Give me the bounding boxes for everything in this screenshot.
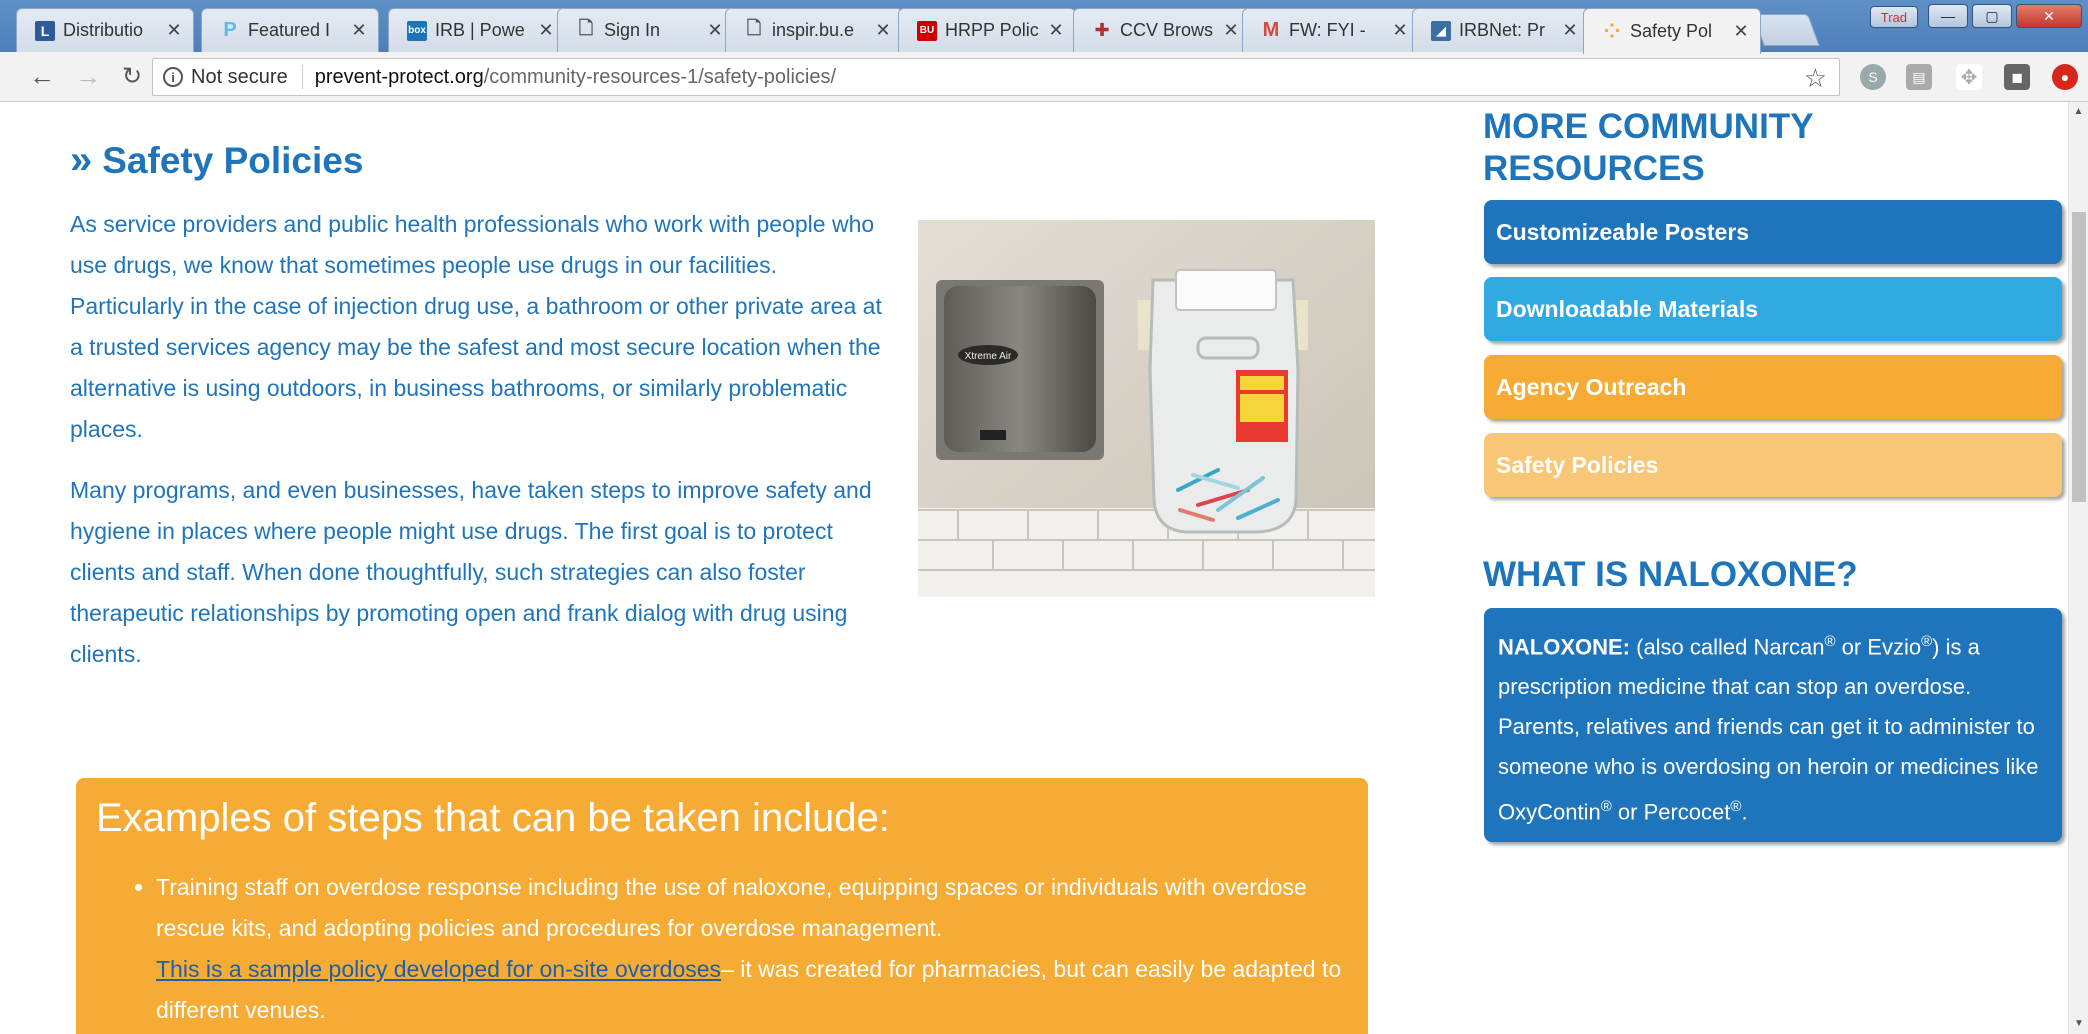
tab-label: CCV Brows: [1120, 20, 1214, 40]
tab-favicon-icon: BU: [917, 20, 937, 41]
page-scrollbar[interactable]: ▲ ▼: [2068, 102, 2088, 1034]
tab-close-icon[interactable]: ✕: [706, 20, 724, 41]
tab-label: Safety Pol: [1630, 21, 1713, 41]
page-title-text: Safety Policies: [102, 140, 364, 181]
rp-extension-icon[interactable]: ▤: [1906, 64, 1932, 90]
adblock-extension-icon[interactable]: ●: [2052, 64, 2078, 90]
tab-favicon-icon: ✚: [1094, 20, 1110, 40]
bathroom-sharps-photo: Xtreme Air: [918, 220, 1375, 597]
scrollbar-thumb[interactable]: [2072, 212, 2086, 502]
browser-tab[interactable]: 🗋 inspir.bu.e ✕: [725, 8, 903, 52]
sample-policy-link[interactable]: This is a sample policy developed for on…: [156, 956, 721, 982]
tab-close-icon[interactable]: ✕: [350, 20, 368, 41]
tab-close-icon[interactable]: ✕: [165, 20, 183, 41]
tab-favicon-icon: ⁘: [1603, 21, 1621, 43]
tab-label: IRBNet: Pr: [1459, 20, 1546, 40]
intro-paragraph: As service providers and public health p…: [70, 211, 882, 442]
sidebar-item-agency-outreach[interactable]: Agency Outreach: [1484, 355, 2062, 419]
registered-mark: ®: [1730, 798, 1742, 816]
tab-favicon-icon: 🗋: [746, 17, 762, 38]
tab-label: HRPP Polic: [945, 20, 1039, 40]
tab-label: Sign In: [604, 20, 661, 40]
title-chevron-icon: »: [70, 138, 93, 182]
naloxone-info-box: NALOXONE: (also called Narcan® or Evzio®…: [1484, 608, 2062, 842]
tab-close-icon[interactable]: ✕: [1222, 20, 1240, 41]
window-close-button[interactable]: ✕: [2016, 4, 2082, 28]
examples-item-text: Training staff on overdose response incl…: [156, 874, 1307, 941]
page-content: » Safety Policies As service providers an…: [0, 102, 2088, 1034]
url-path: /community-resources-1/safety-policies/: [483, 65, 837, 88]
divider: [301, 65, 303, 89]
tab-close-icon[interactable]: ✕: [537, 20, 555, 41]
browser-tab[interactable]: M FW: FYI - ✕: [1242, 8, 1420, 52]
naloxone-text: or Evzio: [1835, 634, 1922, 660]
browser-tab[interactable]: box IRB | Powe ✕: [388, 8, 566, 52]
sidebar-item-safety-policies[interactable]: Safety Policies: [1484, 433, 2062, 497]
minimize-button[interactable]: —: [1928, 4, 1968, 28]
skype-extension-icon[interactable]: S: [1860, 64, 1886, 90]
tab-close-icon[interactable]: ✕: [1391, 20, 1409, 41]
tab-close-icon[interactable]: ✕: [1047, 20, 1065, 41]
security-label[interactable]: Not secure: [191, 66, 288, 89]
tab-label: IRB | Powe: [435, 20, 525, 40]
page-title: » Safety Policies: [70, 138, 363, 183]
browser-tab[interactable]: BU HRPP Polic ✕: [898, 8, 1076, 52]
sidebar-item-downloadable-materials[interactable]: Downloadable Materials: [1484, 277, 2062, 341]
info-icon[interactable]: i: [163, 67, 183, 87]
tab-favicon-icon: 🗋: [578, 17, 594, 38]
dryer-label: Xtreme Air: [965, 351, 1012, 362]
forward-button[interactable]: →: [68, 57, 108, 97]
tab-label: Featured I: [248, 20, 331, 40]
tab-favicon-icon: M: [1262, 19, 1280, 41]
naloxone-text: or Percocet: [1611, 799, 1731, 825]
dropbox-extension-icon[interactable]: ✥: [1956, 64, 1982, 90]
back-button[interactable]: ←: [22, 57, 62, 97]
tab-label: Distributio: [63, 20, 144, 40]
tab-close-icon[interactable]: ✕: [874, 20, 892, 41]
naloxone-heading: WHAT IS NALOXONE?: [1483, 555, 1858, 594]
tab-close-icon[interactable]: ✕: [1561, 20, 1579, 41]
browser-tab[interactable]: L Distributio ✕: [16, 8, 194, 52]
url-host: prevent-protect.org: [314, 65, 484, 88]
tab-close-icon[interactable]: ✕: [1732, 21, 1750, 42]
tab-favicon-icon: box: [407, 20, 427, 41]
more-resources-heading: MORE COMMUNITY RESOURCES: [1483, 107, 1813, 188]
examples-heading: Examples of steps that can be taken incl…: [96, 796, 890, 840]
scroll-up-arrow-icon[interactable]: ▲: [2069, 102, 2088, 122]
examples-list: Training staff on overdose response incl…: [96, 867, 1348, 1031]
tab-favicon-icon: P: [223, 19, 237, 41]
browser-toolbar: ← → ↻ i Not secure prevent-protect.org/c…: [0, 52, 2088, 102]
tab-label: inspir.bu.e: [772, 20, 855, 40]
bookmark-star-icon[interactable]: ☆: [1804, 63, 1827, 94]
registered-mark: ®: [1824, 633, 1836, 650]
tab-favicon-icon: L: [35, 20, 55, 41]
naloxone-term: NALOXONE:: [1498, 634, 1630, 660]
sidebar-item-customizeable-posters[interactable]: Customizeable Posters: [1484, 200, 2062, 264]
examples-panel: Examples of steps that can be taken incl…: [76, 778, 1368, 1034]
browser-tab[interactable]: ⁘ Safety Pol ✕: [1583, 8, 1761, 54]
browser-tab[interactable]: P Featured I ✕: [201, 8, 379, 52]
address-bar[interactable]: i Not secure prevent-protect.org/communi…: [152, 58, 1840, 96]
user-profile-chip[interactable]: Trad: [1869, 6, 1918, 28]
tab-strip: L Distributio ✕ P Featured I ✕ box IRB | Powe ✕ 🗋…: [0, 0, 2088, 54]
registered-mark: ®: [1600, 798, 1612, 816]
second-paragraph: Many programs, and even businesses, have…: [70, 477, 872, 667]
new-tab-button[interactable]: [1752, 14, 1820, 46]
naloxone-text: .: [1741, 799, 1748, 825]
browser-tab[interactable]: ✚ CCV Brows ✕: [1073, 8, 1251, 52]
list-item: Training staff on overdose response incl…: [156, 867, 1348, 1031]
browser-tab[interactable]: ◢ IRBNet: Pr ✕: [1412, 8, 1590, 52]
tab-favicon-icon: ◢: [1431, 20, 1451, 41]
reload-button[interactable]: ↻: [112, 57, 152, 97]
browser-tab[interactable]: 🗋 Sign In ✕: [557, 8, 735, 52]
naloxone-text: ) is a prescription medicine that can st…: [1498, 634, 2039, 825]
maximize-button[interactable]: ▢: [1972, 4, 2012, 28]
naloxone-text: (also called Narcan: [1630, 634, 1825, 660]
tab-label: FW: FYI -: [1289, 20, 1366, 40]
scroll-down-arrow-icon[interactable]: ▼: [2069, 1014, 2088, 1034]
pocket-extension-icon[interactable]: ◼: [2004, 64, 2030, 90]
registered-mark: ®: [1921, 633, 1933, 650]
